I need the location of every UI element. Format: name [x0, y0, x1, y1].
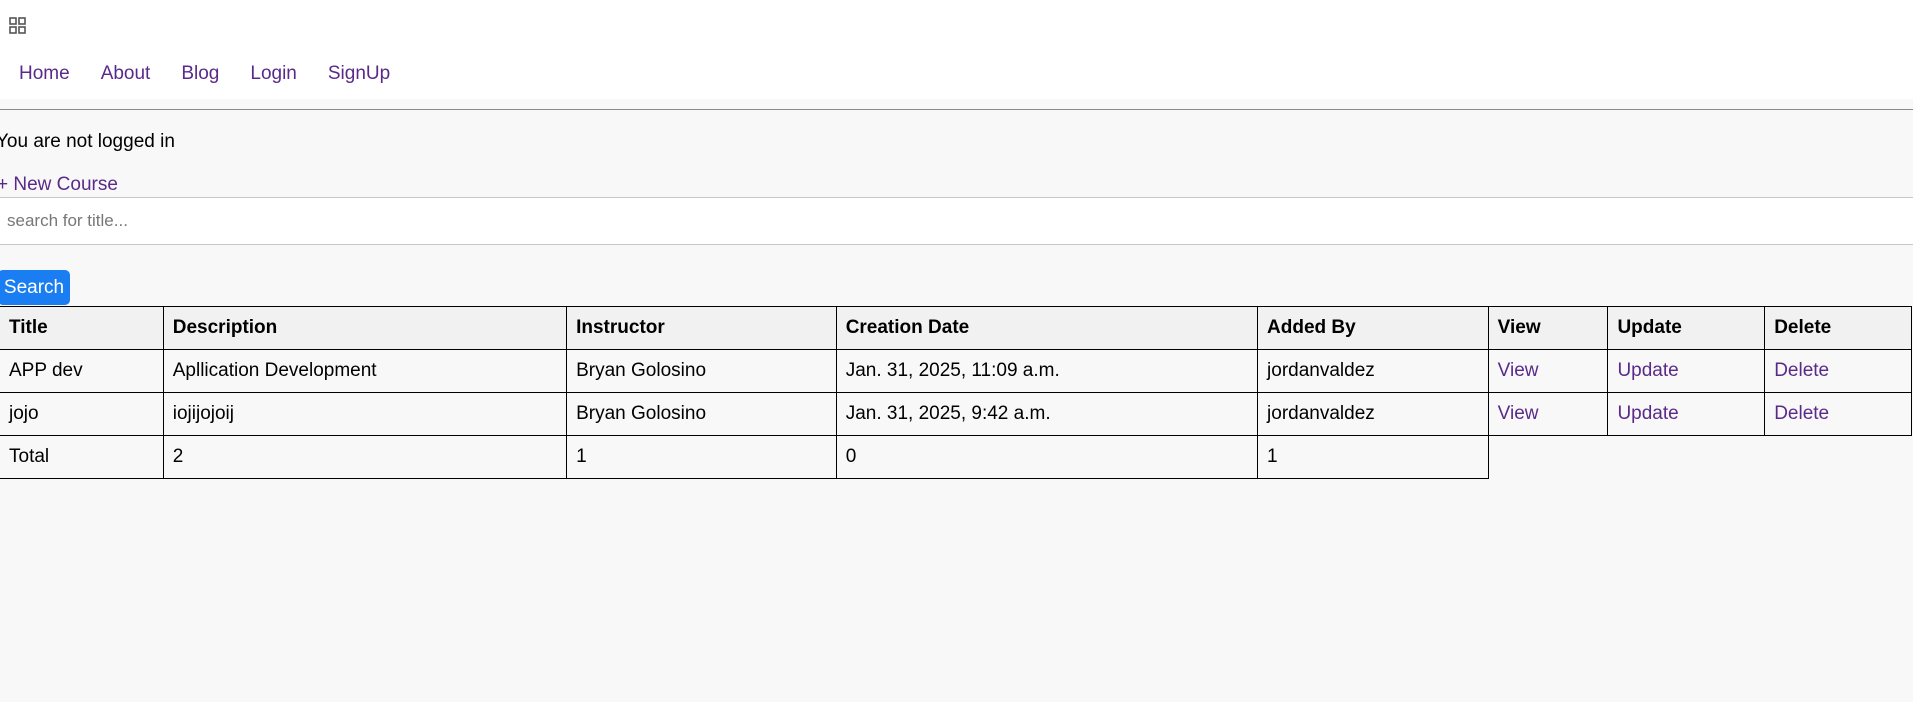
nav-link-login[interactable]: Login — [250, 62, 297, 86]
cell-view: View — [1487, 392, 1609, 436]
column-header-view: View — [1487, 306, 1609, 350]
grid-icon[interactable] — [9, 17, 27, 35]
courses-table: Title Description Instructor Creation Da… — [0, 306, 1912, 479]
cell-added-by: jordanvaldez — [1257, 349, 1489, 393]
empty-cell — [1765, 436, 1912, 479]
nav-link-blog[interactable]: Blog — [181, 62, 219, 86]
total-instructor: 1 — [566, 435, 837, 479]
total-added-by: 1 — [1257, 435, 1489, 479]
cell-description: Apllication Development — [162, 349, 568, 393]
totals-row: Total 2 1 0 1 — [0, 435, 1912, 479]
column-header-added-by: Added By — [1257, 306, 1489, 350]
table-row: jojo iojijojoij Bryan Golosino Jan. 31, … — [0, 392, 1912, 436]
cell-delete: Delete — [1764, 349, 1912, 393]
search-button[interactable]: Search — [0, 270, 70, 305]
cell-instructor: Bryan Golosino — [566, 349, 837, 393]
cell-description: iojijojoij — [162, 392, 568, 436]
cell-update: Update — [1607, 349, 1766, 393]
cell-title: jojo — [0, 392, 164, 436]
cell-instructor: Bryan Golosino — [566, 392, 837, 436]
column-header-instructor: Instructor — [566, 306, 837, 350]
update-link[interactable]: Update — [1617, 403, 1678, 424]
total-description: 2 — [162, 435, 568, 479]
login-status-text: You are not logged in — [0, 131, 175, 152]
nav-link-signup[interactable]: SignUp — [328, 62, 390, 86]
total-label: Total — [0, 435, 164, 479]
top-bar: Home About Blog Login SignUp — [0, 0, 1913, 99]
cell-view: View — [1487, 349, 1609, 393]
cell-delete: Delete — [1764, 392, 1912, 436]
column-header-update: Update — [1607, 306, 1766, 350]
total-creation-date: 0 — [835, 435, 1259, 479]
update-link[interactable]: Update — [1617, 360, 1678, 381]
table-row: APP dev Apllication Development Bryan Go… — [0, 349, 1912, 393]
column-header-creation-date: Creation Date — [835, 306, 1259, 350]
empty-cell — [1608, 436, 1765, 479]
column-header-description: Description — [162, 306, 568, 350]
divider — [0, 109, 1913, 110]
table-header-row: Title Description Instructor Creation Da… — [0, 306, 1912, 350]
cell-added-by: jordanvaldez — [1257, 392, 1489, 436]
delete-link[interactable]: Delete — [1774, 403, 1829, 424]
nav-link-about[interactable]: About — [101, 62, 151, 86]
view-link[interactable]: View — [1498, 360, 1539, 381]
nav-link-home[interactable]: Home — [19, 62, 70, 86]
cell-creation-date: Jan. 31, 2025, 9:42 a.m. — [835, 392, 1259, 436]
new-course-link[interactable]: + New Course — [0, 173, 118, 197]
cell-creation-date: Jan. 31, 2025, 11:09 a.m. — [835, 349, 1259, 393]
main-nav: Home About Blog Login SignUp — [19, 62, 421, 86]
search-input[interactable] — [0, 197, 1913, 245]
empty-cell — [1488, 436, 1608, 479]
column-header-delete: Delete — [1764, 306, 1912, 350]
view-link[interactable]: View — [1498, 403, 1539, 424]
cell-update: Update — [1607, 392, 1766, 436]
cell-title: APP dev — [0, 349, 164, 393]
delete-link[interactable]: Delete — [1774, 360, 1829, 381]
column-header-title: Title — [0, 306, 164, 350]
